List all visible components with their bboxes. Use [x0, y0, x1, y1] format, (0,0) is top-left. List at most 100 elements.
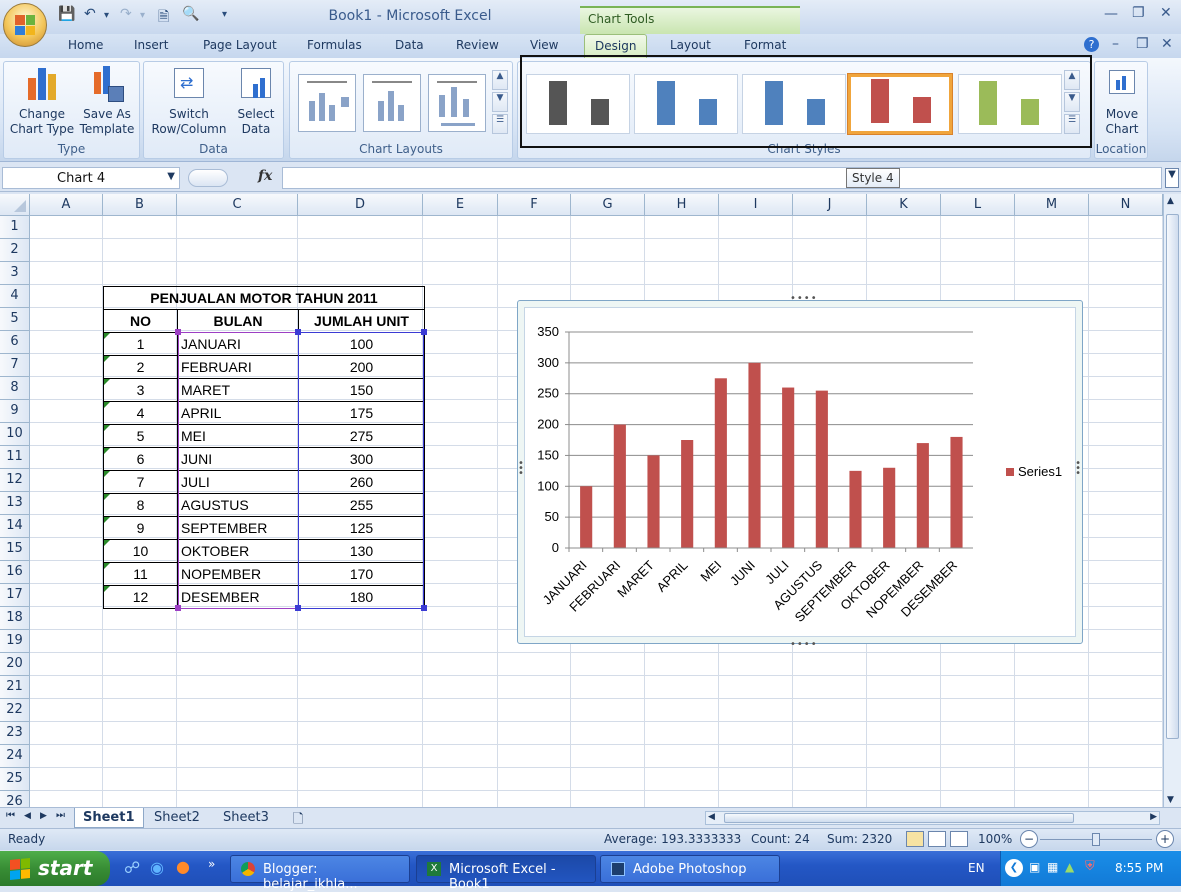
chart-layout-2[interactable]: [363, 74, 421, 132]
table-cell-no[interactable]: 12: [103, 585, 178, 609]
column-header[interactable]: K: [867, 194, 941, 216]
row-header[interactable]: 24: [0, 745, 30, 768]
column-header[interactable]: D: [298, 194, 423, 216]
tab-formulas[interactable]: Formulas: [307, 38, 362, 52]
error-indicator-icon[interactable]: [104, 379, 110, 385]
error-indicator-icon[interactable]: [104, 517, 110, 523]
range-handle[interactable]: [295, 329, 301, 335]
row-header[interactable]: 9: [0, 400, 30, 423]
row-header[interactable]: 25: [0, 768, 30, 791]
chart-bar[interactable]: [782, 387, 795, 548]
error-indicator-icon[interactable]: [104, 471, 110, 477]
table-cell-no[interactable]: 9: [103, 516, 178, 540]
close-window-icon[interactable]: ✕: [1160, 5, 1172, 21]
chart-bar[interactable]: [681, 440, 694, 548]
column-header[interactable]: E: [423, 194, 498, 216]
move-chart-button[interactable]: Move Chart: [1097, 66, 1147, 137]
table-cell-no[interactable]: 8: [103, 493, 178, 517]
zoom-level[interactable]: 100%: [978, 832, 1012, 846]
chart-resize-handle-bottom[interactable]: ••••: [790, 639, 818, 650]
sheet-tab-sheet3[interactable]: Sheet3: [215, 808, 277, 828]
tab-page-layout[interactable]: Page Layout: [203, 38, 277, 52]
tab-data[interactable]: Data: [395, 38, 424, 52]
chart-layout-3[interactable]: [428, 74, 486, 132]
chart-bar[interactable]: [580, 486, 593, 548]
worksheet-grid[interactable]: ABCDEFGHIJKLMN 1 2 3 4 5 6 7 8 9 10 11 12 13 14 15 16 17…: [0, 194, 1163, 807]
minimize-window-icon[interactable]: —: [1104, 6, 1118, 22]
table-cell-no[interactable]: 2: [103, 355, 178, 379]
row-header[interactable]: 16: [0, 561, 30, 584]
formula-input[interactable]: [282, 167, 1162, 189]
tab-view[interactable]: View: [530, 38, 558, 52]
row-header[interactable]: 22: [0, 699, 30, 722]
range-handle[interactable]: [421, 605, 427, 611]
task-excel[interactable]: X Microsoft Excel - Book1: [416, 855, 596, 892]
chart-layout-1[interactable]: [298, 74, 356, 132]
error-indicator-icon[interactable]: [104, 586, 110, 592]
tab-layout[interactable]: Layout: [670, 38, 711, 52]
table-cell-no[interactable]: 10: [103, 539, 178, 563]
row-header[interactable]: 19: [0, 630, 30, 653]
range-handle[interactable]: [295, 605, 301, 611]
tab-format[interactable]: Format: [744, 38, 786, 52]
scroll-right-icon[interactable]: ▶: [1150, 812, 1157, 822]
name-box-dropdown-icon[interactable]: ▼: [167, 171, 175, 182]
error-indicator-icon[interactable]: [104, 494, 110, 500]
chart-resize-handle-top[interactable]: ••••: [790, 293, 818, 304]
zoom-out-icon[interactable]: −: [1020, 830, 1038, 848]
error-indicator-icon[interactable]: [104, 356, 110, 362]
row-header[interactable]: 13: [0, 492, 30, 515]
insert-sheet-icon[interactable]: 🗋: [285, 808, 311, 828]
row-header[interactable]: 11: [0, 446, 30, 469]
layouts-scroll-up-icon[interactable]: ▲: [492, 70, 508, 90]
row-header[interactable]: 17: [0, 584, 30, 607]
error-indicator-icon[interactable]: [104, 402, 110, 408]
table-cell-no[interactable]: 1: [103, 332, 178, 356]
row-header[interactable]: 5: [0, 308, 30, 331]
table-cell-no[interactable]: 7: [103, 470, 178, 494]
error-indicator-icon[interactable]: [104, 448, 110, 454]
range-handle[interactable]: [421, 329, 427, 335]
column-header[interactable]: M: [1015, 194, 1089, 216]
office-button[interactable]: [3, 3, 47, 47]
row-header[interactable]: 21: [0, 676, 30, 699]
first-sheet-icon[interactable]: ⏮: [6, 810, 15, 821]
chart-object[interactable]: •••• •••• • • • • • • 0 50 100 150 200 250 300 350 J…: [517, 293, 1083, 650]
restore-workbook-icon[interactable]: ❐: [1136, 36, 1149, 52]
select-data-button[interactable]: Select Data: [230, 66, 282, 137]
row-header[interactable]: 12: [0, 469, 30, 492]
column-header[interactable]: F: [498, 194, 571, 216]
firefox-icon[interactable]: ●: [176, 857, 190, 876]
chart-bar[interactable]: [748, 362, 761, 548]
chart-bar[interactable]: [714, 378, 727, 548]
column-header[interactable]: G: [571, 194, 645, 216]
chart-bar[interactable]: [815, 390, 828, 548]
close-workbook-icon[interactable]: ✕: [1161, 36, 1173, 52]
row-header[interactable]: 8: [0, 377, 30, 400]
error-indicator-icon[interactable]: [104, 333, 110, 339]
horizontal-scroll-thumb[interactable]: [724, 813, 1074, 823]
column-header[interactable]: I: [719, 194, 793, 216]
tab-insert[interactable]: Insert: [134, 38, 168, 52]
range-handle[interactable]: [175, 329, 181, 335]
table-cell-no[interactable]: 4: [103, 401, 178, 425]
row-header[interactable]: 26: [0, 791, 30, 807]
chart-bar[interactable]: [613, 424, 626, 548]
chart-bar[interactable]: [647, 455, 660, 548]
row-header[interactable]: 15: [0, 538, 30, 561]
internet-explorer-icon[interactable]: ◉: [150, 858, 164, 877]
row-header[interactable]: 6: [0, 331, 30, 354]
select-all-corner[interactable]: [0, 194, 30, 216]
column-header[interactable]: C: [177, 194, 298, 216]
layouts-more-icon[interactable]: ☰: [492, 114, 508, 134]
column-header[interactable]: B: [103, 194, 177, 216]
language-indicator[interactable]: EN: [968, 861, 985, 875]
next-sheet-icon[interactable]: ▶: [40, 811, 47, 821]
save-as-template-button[interactable]: Save As Template: [76, 66, 138, 137]
task-photoshop[interactable]: Adobe Photoshop: [600, 855, 780, 883]
header-bulan[interactable]: BULAN: [177, 309, 299, 333]
column-chart[interactable]: 050100150200250300350JANUARIFEBRUARIMARE…: [525, 308, 1077, 638]
vertical-scrollbar[interactable]: ▲ ▼: [1163, 194, 1181, 807]
column-header[interactable]: N: [1089, 194, 1163, 216]
scroll-left-icon[interactable]: ◀: [708, 812, 715, 822]
